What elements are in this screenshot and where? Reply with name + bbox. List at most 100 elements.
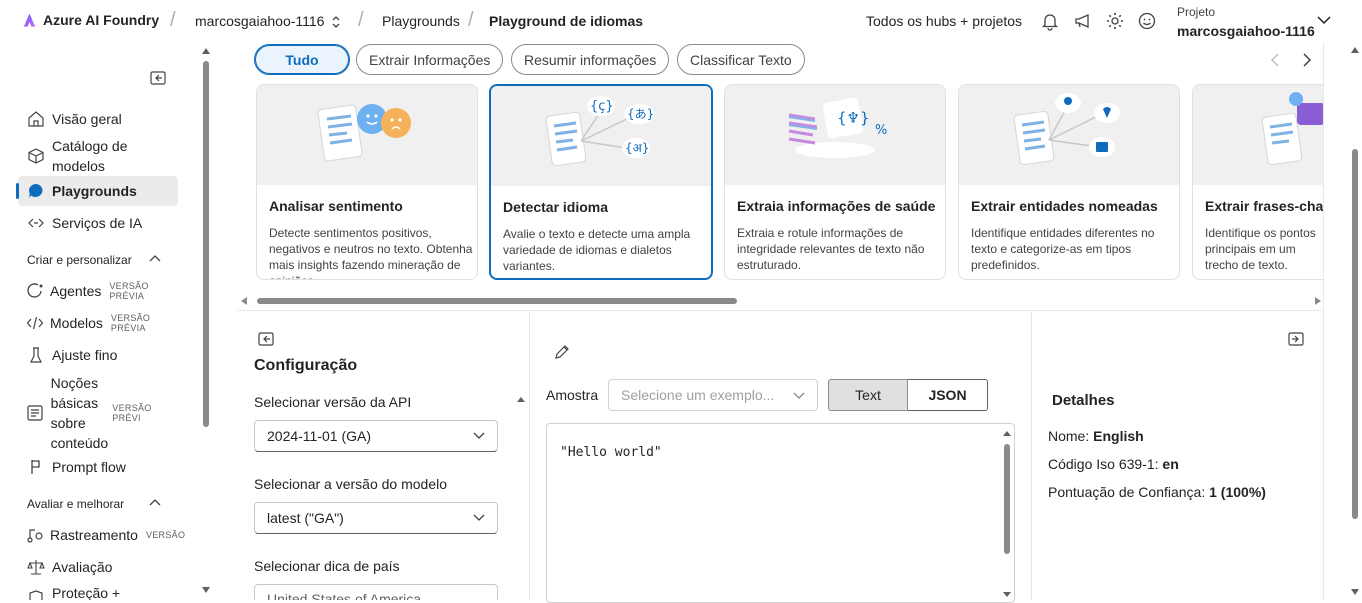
cube-icon (26, 146, 46, 166)
model-version-select[interactable]: latest ("GA") (254, 502, 498, 534)
sidebar-item-label: Visão geral (52, 111, 122, 127)
sidebar-item-tracing[interactable]: Rastreamento VERSÃO (18, 520, 185, 550)
megaphone-icon[interactable] (1073, 11, 1093, 31)
breadcrumb-separator: / (358, 9, 364, 31)
sidebar-item-prompt-flow[interactable]: Prompt flow (18, 452, 178, 482)
input-text[interactable]: "Hello world" (560, 445, 662, 460)
sidebar-item-label: Playgrounds (52, 183, 137, 199)
carousel-scrollbar[interactable] (241, 296, 1321, 306)
chevron-up-icon[interactable] (149, 254, 161, 262)
bell-icon[interactable] (1040, 11, 1060, 31)
language-illustration: {ç} {あ} {अ} (491, 86, 711, 186)
detail-iso-code: Código Iso 639-1: en (1048, 456, 1179, 472)
page-scrollbar[interactable] (1348, 43, 1362, 600)
sidebar-item-evaluation[interactable]: Avaliação (18, 552, 178, 582)
card-title: Extraia informações de saúde (737, 198, 936, 214)
project-name[interactable]: marcosgaiahoo-1116 (1177, 23, 1315, 39)
filter-chip-all[interactable]: Tudo (254, 44, 350, 75)
tab-json[interactable]: JSON (908, 379, 988, 411)
expand-details-icon[interactable] (1288, 332, 1304, 346)
detail-value: 1 (100%) (1209, 484, 1266, 500)
key-phrases-illustration (1193, 85, 1324, 185)
text-input-editor[interactable]: "Hello world" (546, 423, 1015, 603)
chevron-updown-icon[interactable] (330, 14, 342, 30)
gear-icon[interactable] (1105, 11, 1125, 31)
breadcrumb-separator: / (170, 9, 176, 31)
scenario-card-named-entities[interactable]: Extrair entidades nomeadas Identifique e… (958, 84, 1180, 280)
brand-link[interactable]: Azure AI Foundry (22, 12, 159, 28)
filter-chip-extract[interactable]: Extrair Informações (356, 44, 504, 75)
sidebar-item-model-catalog[interactable]: Catálogo de modelos (18, 136, 178, 176)
sidebar-item-overview[interactable]: Visão geral (18, 104, 178, 134)
shield-icon (26, 588, 46, 600)
sidebar-item-label: Modelos (50, 315, 103, 331)
card-description: Identifique entidades diferentes no text… (971, 226, 1155, 272)
country-hint-label: Selecionar dica de país (254, 558, 400, 574)
sidebar-item-label: Noções básicas sobre conteúdo (50, 375, 109, 451)
sidebar-item-protection[interactable]: Proteção + (18, 580, 178, 600)
card-title: Detectar idioma (503, 199, 609, 215)
card-title: Extrair entidades nomeadas (971, 198, 1158, 214)
detail-label: Pontuação de Confiança: (1048, 484, 1206, 500)
divider (1031, 310, 1032, 600)
chevron-down-icon[interactable] (1316, 14, 1332, 26)
card-description: Avalie o texto e detecte uma ampla varie… (503, 227, 691, 273)
health-illustration: {♆} % (725, 85, 945, 185)
agent-icon (26, 281, 44, 301)
smiley-feedback-icon[interactable] (1137, 11, 1157, 31)
sidebar-item-label: Ajuste fino (52, 347, 118, 363)
sidebar-item-label: Proteção + (52, 585, 121, 600)
flask-icon (26, 345, 46, 365)
tab-text[interactable]: Text (828, 379, 908, 411)
scenario-card-sentiment[interactable]: Analisar sentimento Detecte sentimentos … (256, 84, 478, 280)
svg-text:%: % (875, 123, 887, 138)
country-hint-value: United States of America (267, 591, 422, 600)
preview-badge: VERSÃO PRÉVIA (109, 281, 149, 301)
top-bar: Azure AI Foundry / marcosgaiahoo-1116 / … (0, 0, 1362, 43)
app-name: Azure AI Foundry (43, 12, 160, 28)
sidebar-item-agents[interactable]: Agentes VERSÃO PRÉVIA (18, 276, 178, 306)
api-version-select[interactable]: 2024-11-01 (GA) (254, 420, 498, 452)
details-title: Detalhes (1052, 392, 1115, 409)
country-hint-select[interactable]: United States of America (254, 584, 498, 600)
sample-placeholder: Selecione um exemplo... (621, 387, 775, 403)
chevron-up-icon[interactable] (149, 498, 161, 506)
sample-select[interactable]: Selecione um exemplo... (608, 379, 818, 411)
sidebar-item-ai-services[interactable]: Serviços de IA (18, 208, 178, 238)
breadcrumb-separator: / (468, 9, 474, 31)
collapse-config-icon[interactable] (258, 332, 274, 346)
code-icon (26, 313, 44, 333)
all-hubs-link[interactable]: Todos os hubs + projetos (866, 13, 1022, 29)
home-icon (26, 109, 46, 129)
detail-value: English (1093, 428, 1144, 444)
breadcrumb-playgrounds[interactable]: Playgrounds (382, 13, 460, 29)
divider (1323, 43, 1324, 600)
sidebar-item-models[interactable]: Modelos VERSÃO PRÉVIA (18, 308, 178, 338)
model-version-value: latest ("GA") (267, 510, 344, 526)
sidebar-item-playgrounds[interactable]: Playgrounds (16, 176, 178, 206)
collapse-sidebar-icon[interactable] (150, 71, 166, 85)
pencil-edit-icon[interactable] (554, 344, 570, 360)
carousel-next-icon[interactable] (1301, 52, 1313, 68)
divider (238, 310, 1324, 311)
card-description: Identifique os pontos principais em um t… (1205, 226, 1316, 272)
section-evaluate-improve: Avaliar e melhorar (27, 497, 125, 511)
sidebar-item-label: Catálogo de modelos (52, 138, 128, 174)
filter-chip-classify[interactable]: Classificar Texto (677, 44, 805, 75)
sidebar-item-label: Avaliação (52, 559, 113, 575)
scenario-card-key-phrases[interactable]: Extrair frases-chave Identifique os pont… (1192, 84, 1324, 280)
sidebar-scrollbar[interactable] (200, 43, 212, 600)
carousel-prev-icon[interactable] (1269, 52, 1281, 68)
detail-label: Código Iso 639-1: (1048, 456, 1159, 472)
svg-text:{♆}: {♆} (837, 109, 870, 127)
sidebar-item-content-understanding[interactable]: Noções básicas sobre conteúdo VERSÃO PRÉ… (18, 373, 178, 453)
resource-selector[interactable]: marcosgaiahoo-1116 (195, 13, 324, 29)
filter-chip-summarize[interactable]: Resumir informações (511, 44, 670, 75)
config-scroll-up-icon[interactable] (516, 395, 526, 403)
scenario-card-detect-language[interactable]: {ç} {あ} {अ} Detectar idioma Avalie o tex… (489, 84, 713, 280)
sidebar-item-fine-tuning[interactable]: Ajuste fino (18, 340, 178, 370)
svg-text:{あ}: {あ} (627, 107, 654, 121)
flow-icon (26, 457, 46, 477)
scenario-card-health-info[interactable]: {♆} % Extraia informações de saúde Extra… (724, 84, 946, 280)
editor-scrollbar[interactable] (1002, 428, 1012, 600)
